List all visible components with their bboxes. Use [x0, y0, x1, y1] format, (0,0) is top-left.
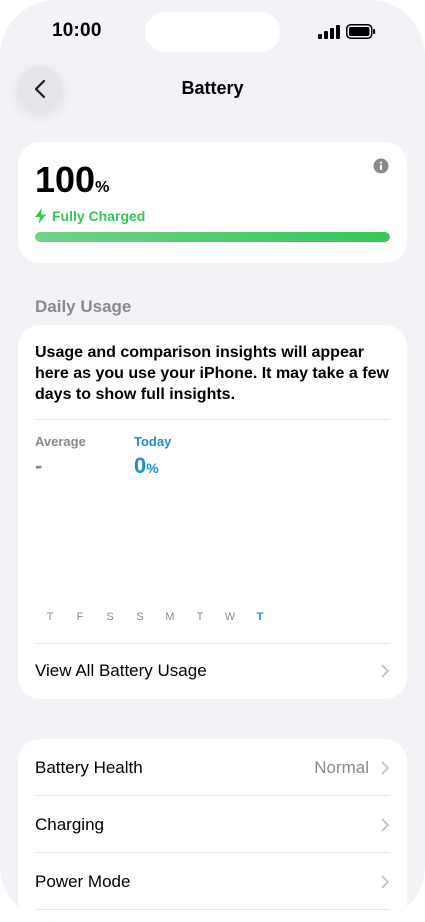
chevron-right-icon: [381, 664, 389, 678]
usage-insights-message: Usage and comparison insights will appea…: [35, 344, 389, 403]
day-label: F: [76, 611, 84, 623]
battery-health-detail: Normal: [314, 758, 390, 778]
battery-settings-card: Battery Health Normal Charging Power Mod…: [18, 739, 407, 922]
info-icon[interactable]: [373, 158, 389, 174]
charging-row[interactable]: Charging: [35, 796, 390, 853]
today-value-unit: %: [146, 460, 159, 476]
cellular-signal-icon: [318, 25, 340, 39]
battery-percentage-value: 100: [35, 159, 96, 200]
chevron-right-icon: [381, 761, 389, 774]
average-value: -: [35, 453, 43, 478]
day-label: M: [165, 611, 175, 623]
battery-health-value: Normal: [314, 757, 369, 777]
daily-usage-heading: Daily Usage: [35, 297, 132, 316]
view-all-battery-usage-label: View All Battery Usage: [35, 661, 207, 680]
status-time: 10:00: [52, 20, 102, 41]
charge-status: Fully Charged: [35, 208, 145, 224]
today-value-number: 0: [134, 453, 147, 478]
today-label: Today: [134, 434, 172, 449]
battery-level-bar-fill: [35, 232, 390, 242]
today-value: 0%: [134, 453, 159, 479]
charging-label: Charging: [35, 814, 104, 834]
battery-level-card: 100% Fully Charged: [18, 142, 407, 263]
day-label: T: [46, 611, 54, 623]
day-axis: TFSSMTWT: [35, 611, 275, 623]
daily-usage-card: Usage and comparison insights will appea…: [18, 325, 407, 699]
battery-percentage: 100%: [35, 162, 109, 198]
average-label: Average: [35, 434, 86, 449]
chevron-right-icon: [381, 818, 389, 831]
page-title: Battery: [181, 78, 244, 98]
charge-status-text: Fully Charged: [52, 208, 146, 224]
divider: [35, 419, 390, 420]
battery-health-label: Battery Health: [35, 757, 143, 777]
battery-percentage-unit: %: [95, 179, 110, 196]
lightning-bolt-icon: [35, 208, 46, 224]
battery-full-icon: [346, 24, 376, 39]
battery-health-row[interactable]: Battery Health Normal: [35, 739, 390, 796]
power-mode-label: Power Mode: [35, 871, 131, 891]
dynamic-island: [145, 12, 280, 52]
divider: [35, 909, 390, 910]
day-label: T: [256, 611, 264, 623]
day-label: T: [196, 611, 204, 623]
power-mode-row[interactable]: Power Mode: [35, 853, 390, 910]
chevron-right-icon: [381, 875, 389, 888]
day-label: S: [106, 611, 114, 623]
view-all-battery-usage-row[interactable]: View All Battery Usage: [35, 643, 390, 699]
phone-screen: 10:00 Battery 100% Fully Charged Daily U…: [0, 0, 425, 922]
day-label: S: [136, 611, 144, 623]
battery-level-bar: [35, 232, 390, 242]
day-label: W: [224, 611, 236, 623]
